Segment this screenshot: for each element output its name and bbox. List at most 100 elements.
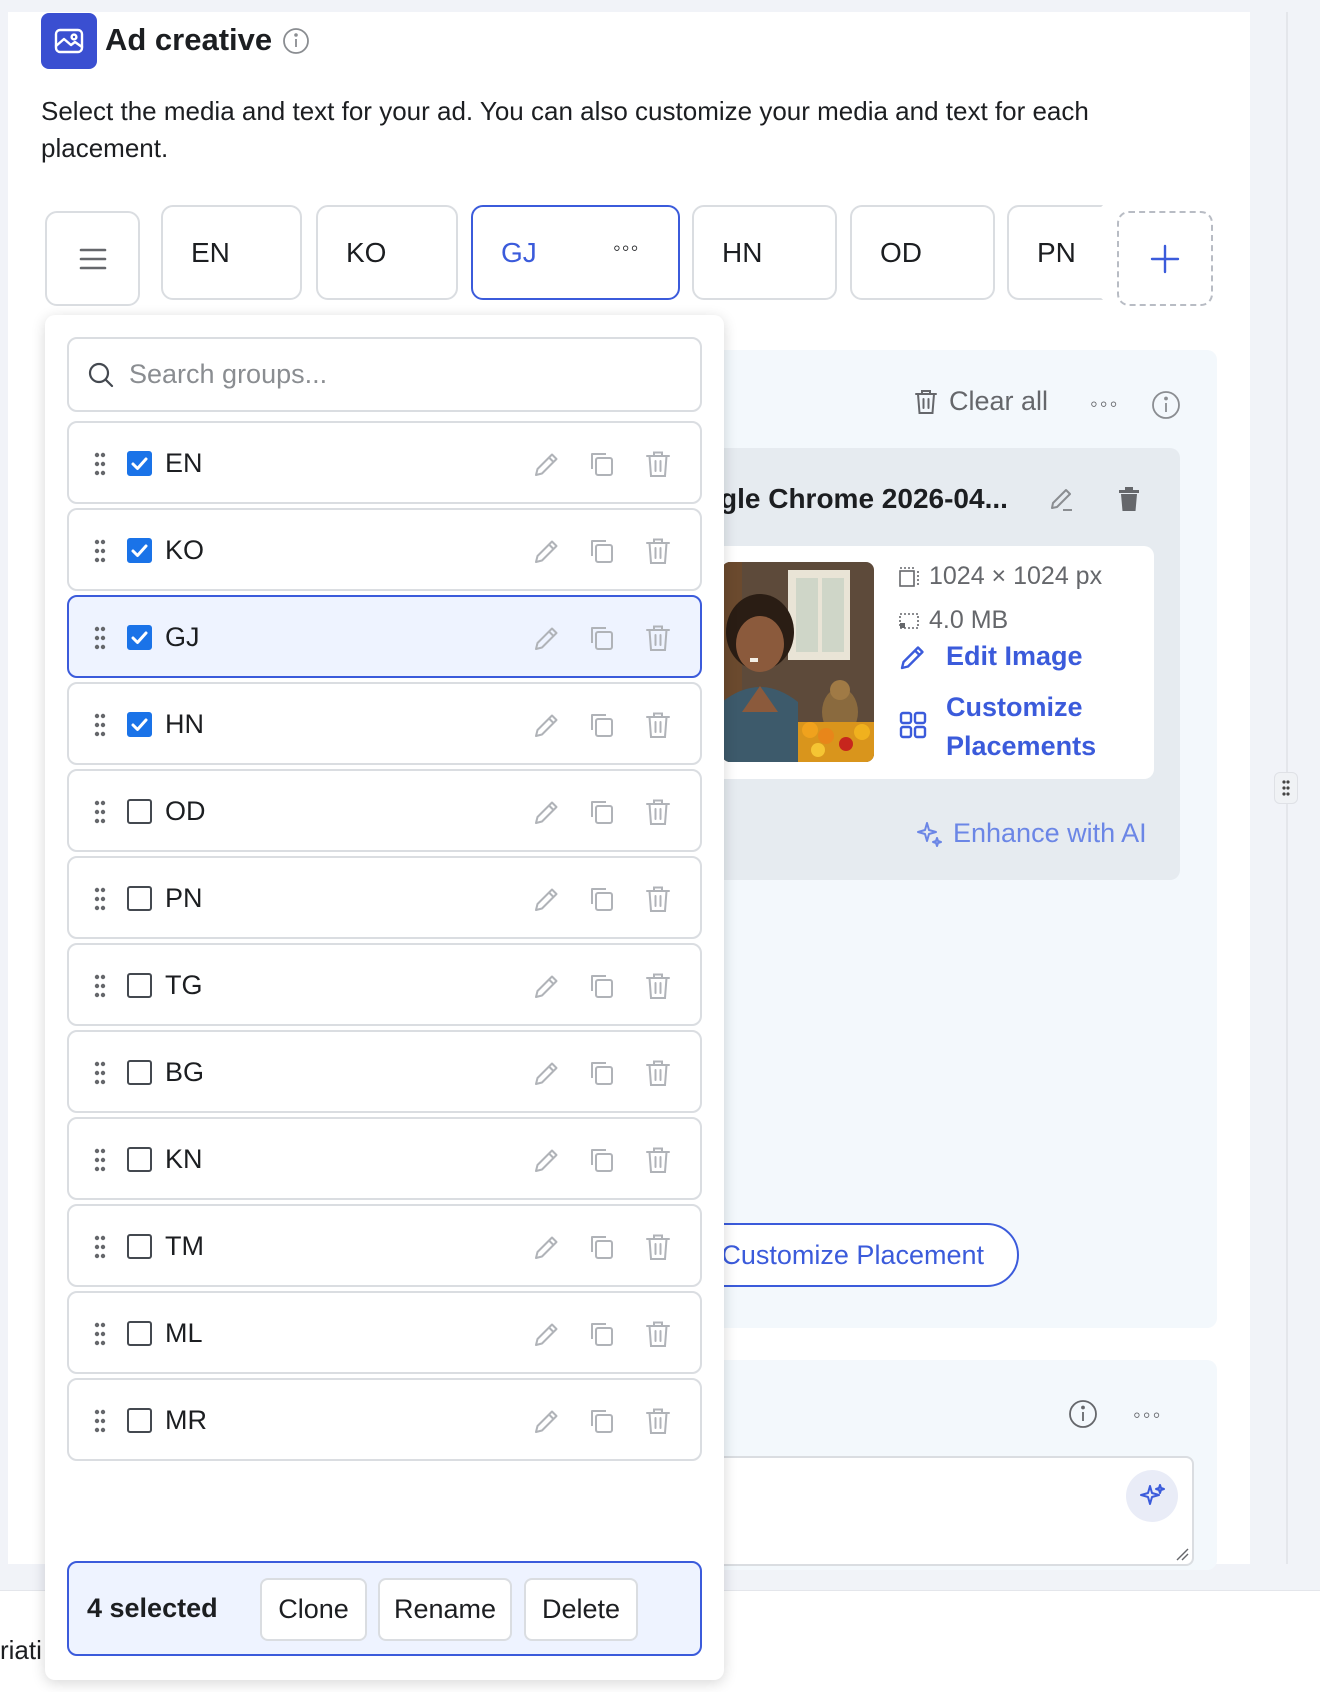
add-tab-button[interactable] <box>1117 211 1213 306</box>
more-options-icon[interactable]: ◦◦◦ <box>1133 1402 1162 1428</box>
group-checkbox[interactable] <box>127 1408 152 1433</box>
duplicate-icon[interactable] <box>587 1145 617 1175</box>
drag-handle-icon[interactable] <box>93 1147 107 1173</box>
drag-handle-icon[interactable] <box>93 973 107 999</box>
drag-handle-icon[interactable] <box>93 1060 107 1086</box>
group-row-pn[interactable]: PN <box>67 856 702 939</box>
group-checkbox[interactable] <box>127 538 152 563</box>
trash-icon[interactable] <box>644 884 672 914</box>
duplicate-icon[interactable] <box>587 449 617 479</box>
drag-handle-icon[interactable] <box>93 451 107 477</box>
trash-icon[interactable] <box>644 1058 672 1088</box>
tab-more-icon[interactable]: ◦◦◦ <box>613 235 639 261</box>
trash-icon[interactable] <box>644 710 672 740</box>
group-checkbox[interactable] <box>127 712 152 737</box>
tab-pn[interactable]: PN <box>1007 205 1103 300</box>
group-row-ml[interactable]: ML <box>67 1291 702 1374</box>
clone-button[interactable]: Clone <box>260 1578 367 1641</box>
edit-icon[interactable] <box>532 623 562 653</box>
edit-icon[interactable] <box>532 1319 562 1349</box>
duplicate-icon[interactable] <box>587 884 617 914</box>
trash-icon[interactable] <box>644 623 672 653</box>
rename-media-icon[interactable] <box>1047 485 1075 513</box>
group-checkbox[interactable] <box>127 886 152 911</box>
edit-image-link[interactable]: Edit Image <box>898 641 1083 672</box>
group-checkbox[interactable] <box>127 1234 152 1259</box>
duplicate-icon[interactable] <box>587 1319 617 1349</box>
trash-icon[interactable] <box>644 797 672 827</box>
edit-icon[interactable] <box>532 710 562 740</box>
group-row-mr[interactable]: MR <box>67 1378 702 1461</box>
media-thumbnail[interactable] <box>722 562 874 762</box>
group-checkbox[interactable] <box>127 799 152 824</box>
duplicate-icon[interactable] <box>587 1058 617 1088</box>
menu-icon[interactable] <box>45 211 140 306</box>
group-row-bg[interactable]: BG <box>67 1030 702 1113</box>
drag-handle-icon[interactable] <box>93 1321 107 1347</box>
drag-handle-icon[interactable] <box>93 625 107 651</box>
edit-icon[interactable] <box>532 1232 562 1262</box>
trash-icon[interactable] <box>644 1406 672 1436</box>
duplicate-icon[interactable] <box>587 1232 617 1262</box>
group-row-tg[interactable]: TG <box>67 943 702 1026</box>
group-row-ko[interactable]: KO <box>67 508 702 591</box>
rename-button[interactable]: Rename <box>378 1578 512 1641</box>
info-icon[interactable] <box>1068 1399 1098 1429</box>
edit-icon[interactable] <box>532 971 562 1001</box>
drag-handle-icon[interactable] <box>93 538 107 564</box>
enhance-with-ai-button[interactable]: Enhance with AI <box>915 818 1147 849</box>
tab-gj[interactable]: GJ ◦◦◦ <box>471 205 680 300</box>
edit-icon[interactable] <box>532 449 562 479</box>
group-row-en[interactable]: EN <box>67 421 702 504</box>
trash-icon[interactable] <box>644 449 672 479</box>
group-checkbox[interactable] <box>127 973 152 998</box>
group-row-tm[interactable]: TM <box>67 1204 702 1287</box>
edit-icon[interactable] <box>532 797 562 827</box>
trash-icon[interactable] <box>644 1232 672 1262</box>
drag-handle-icon[interactable] <box>93 799 107 825</box>
edit-icon[interactable] <box>532 1406 562 1436</box>
edit-icon[interactable] <box>532 536 562 566</box>
trash-icon[interactable] <box>644 1319 672 1349</box>
duplicate-icon[interactable] <box>587 797 617 827</box>
group-row-od[interactable]: OD <box>67 769 702 852</box>
tab-en[interactable]: EN <box>161 205 302 300</box>
drag-handle-icon[interactable] <box>93 1234 107 1260</box>
drag-handle-icon[interactable] <box>93 712 107 738</box>
delete-media-icon[interactable] <box>1116 485 1142 513</box>
duplicate-icon[interactable] <box>587 536 617 566</box>
duplicate-icon[interactable] <box>587 1406 617 1436</box>
tab-hn[interactable]: HN <box>692 205 837 300</box>
group-checkbox[interactable] <box>127 451 152 476</box>
trash-icon[interactable] <box>644 536 672 566</box>
duplicate-icon[interactable] <box>587 623 617 653</box>
trash-icon[interactable] <box>644 971 672 1001</box>
group-checkbox[interactable] <box>127 1060 152 1085</box>
drag-handle-icon[interactable] <box>93 1408 107 1434</box>
duplicate-icon[interactable] <box>587 971 617 1001</box>
drag-handle-icon[interactable] <box>93 886 107 912</box>
info-icon[interactable] <box>282 27 310 55</box>
search-groups-input[interactable] <box>129 359 669 390</box>
group-row-gj[interactable]: GJ <box>67 595 702 678</box>
group-row-kn[interactable]: KN <box>67 1117 702 1200</box>
primary-text-input[interactable] <box>700 1456 1194 1566</box>
resize-handle-icon[interactable] <box>1274 772 1298 804</box>
tab-od[interactable]: OD <box>850 205 995 300</box>
edit-icon[interactable] <box>532 1145 562 1175</box>
tab-ko[interactable]: KO <box>316 205 458 300</box>
edit-icon[interactable] <box>532 884 562 914</box>
group-checkbox[interactable] <box>127 625 152 650</box>
ai-sparkle-button[interactable] <box>1126 1470 1178 1522</box>
trash-icon[interactable] <box>644 1145 672 1175</box>
customize-placements-link[interactable]: Customize Placements <box>898 688 1096 766</box>
group-checkbox[interactable] <box>127 1321 152 1346</box>
duplicate-icon[interactable] <box>587 710 617 740</box>
search-groups-field[interactable] <box>67 337 702 412</box>
clear-all-button[interactable]: Clear all <box>913 386 1048 417</box>
group-row-hn[interactable]: HN <box>67 682 702 765</box>
more-options-icon[interactable]: ◦◦◦ <box>1090 391 1119 417</box>
group-checkbox[interactable] <box>127 1147 152 1172</box>
edit-icon[interactable] <box>532 1058 562 1088</box>
info-icon[interactable] <box>1151 390 1181 420</box>
